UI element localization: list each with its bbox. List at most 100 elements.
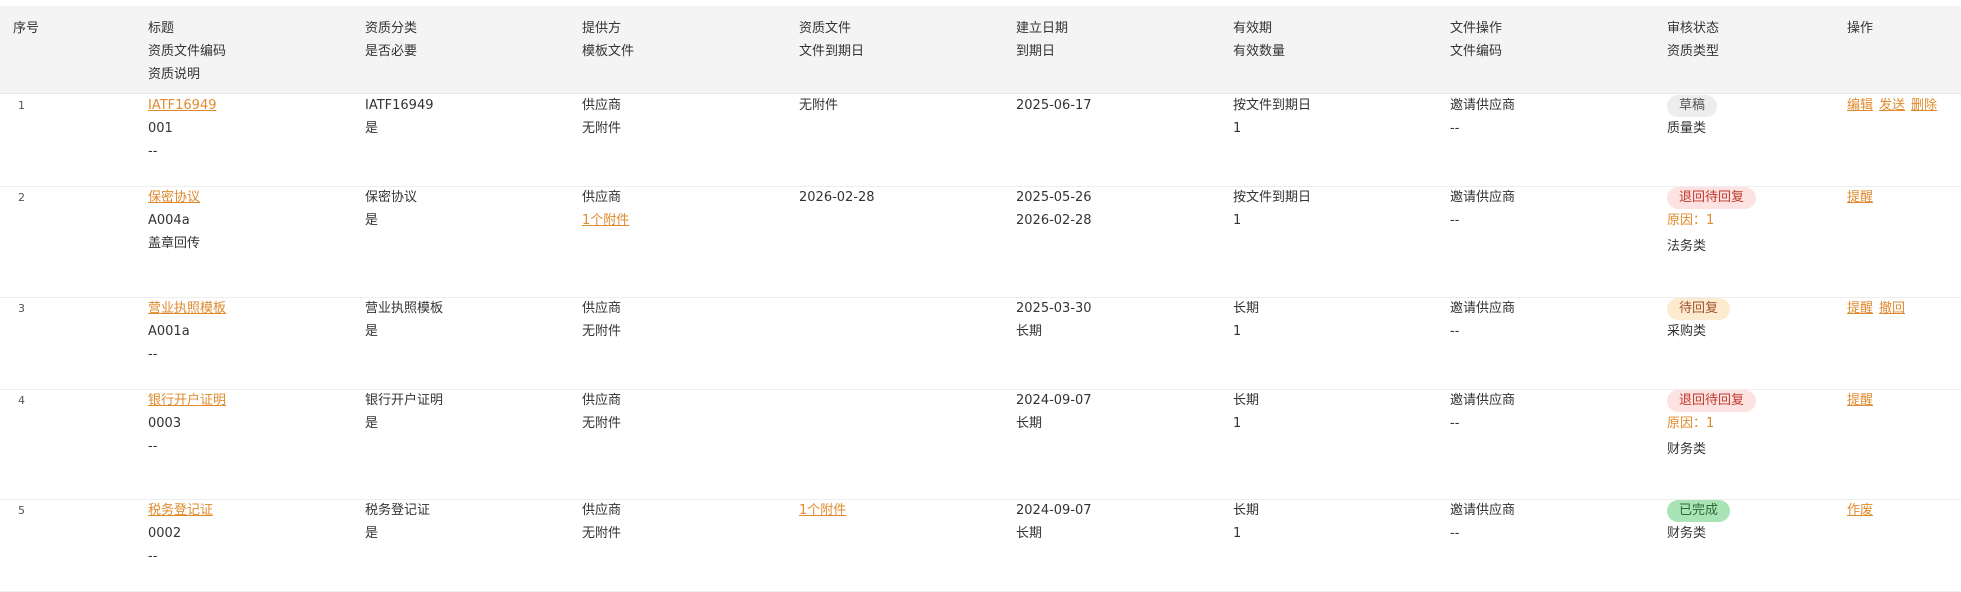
- row-count-line: 1: [1233, 117, 1311, 140]
- row-validity: 长期: [1233, 393, 1260, 408]
- row-status-line: 待回复: [1667, 297, 1731, 320]
- row-title-link[interactable]: 银行开户证明: [148, 393, 226, 408]
- row-validity-cell: 按文件到期日 1: [1233, 186, 1311, 232]
- header-status: 审核状态 资质类型: [1667, 17, 1719, 63]
- row-fileop-cell: 邀请供应商 --: [1450, 389, 1515, 435]
- table-row: 1 IATF16949 001 -- IATF16949 是供应商 无附件 无附件 2025-0…: [0, 94, 1961, 187]
- row-action-link[interactable]: 作废: [1847, 503, 1873, 518]
- row-date-cell: 2025-05-26 2026-02-28: [1016, 186, 1092, 232]
- header-category-label: 资质分类: [365, 21, 418, 36]
- row-required-line: 是: [365, 412, 443, 435]
- row-validity: 长期: [1233, 301, 1260, 316]
- row-title-link-line: 营业执照模板: [148, 297, 226, 320]
- row-template-line: 无附件: [582, 117, 621, 140]
- row-type-line: 法务类: [1667, 235, 1756, 258]
- qualification-table: 序号 标题 资质文件编码 资质说明 资质分类 是否必要 提供方 模板文件 资质文…: [0, 0, 1961, 592]
- status-badge: 退回待回复: [1667, 187, 1757, 209]
- header-desc-label: 资质说明: [148, 67, 201, 82]
- row-template-attachment-link[interactable]: 1个附件: [582, 213, 629, 228]
- row-required-line: 是: [365, 320, 443, 343]
- row-date-cell: 2024-09-07 长期: [1016, 389, 1092, 435]
- row-fileop: 邀请供应商: [1450, 503, 1516, 518]
- row-seq: 3: [18, 297, 25, 320]
- row-ops-line: 提醒: [1847, 186, 1879, 209]
- row-validity-cell: 长期 1: [1233, 389, 1259, 435]
- row-provider-cell: 供应商 无附件: [582, 499, 621, 545]
- row-status-line: 退回待回复: [1667, 389, 1757, 412]
- row-ops-line: 提醒: [1847, 389, 1879, 412]
- row-code: 0002: [148, 526, 182, 541]
- row-title-link[interactable]: 保密协议: [148, 190, 200, 205]
- header-created-label: 建立日期: [1016, 21, 1069, 36]
- row-seq-number-line: 1: [18, 94, 25, 117]
- row-action-link[interactable]: 撤回: [1879, 301, 1905, 316]
- row-date-cell: 2025-03-30 长期: [1016, 297, 1092, 343]
- row-filecode-line: --: [1450, 209, 1515, 232]
- row-ops-line: 提醒 撤回: [1847, 297, 1911, 320]
- row-action-link[interactable]: 提醒: [1847, 301, 1873, 316]
- header-validity: 有效期 有效数量: [1233, 17, 1285, 63]
- header-filecode-label: 文件编码: [1450, 44, 1503, 59]
- header-count-label: 有效数量: [1233, 44, 1286, 59]
- row-title-link-line: 银行开户证明: [148, 389, 226, 412]
- row-category-line: 税务登记证: [365, 499, 430, 522]
- row-template: 无附件: [582, 526, 622, 541]
- row-category-line: IATF16949: [365, 94, 434, 117]
- row-expiry-date-line: 长期: [1016, 412, 1092, 435]
- row-created-date: 2024-09-07: [1016, 393, 1092, 408]
- row-seq-number: 4: [18, 394, 25, 407]
- row-action-link[interactable]: 编辑: [1847, 98, 1873, 113]
- header-template-label: 模板文件: [582, 44, 635, 59]
- row-count-line: 1: [1233, 412, 1259, 435]
- header-doc: 资质文件 文件到期日: [799, 17, 864, 63]
- row-fileop: 邀请供应商: [1450, 98, 1516, 113]
- header-required-label: 是否必要: [365, 44, 418, 59]
- row-fileop-line: 邀请供应商: [1450, 297, 1515, 320]
- row-doc-attachment-link[interactable]: 1个附件: [799, 503, 846, 518]
- row-code-line: 001: [148, 117, 217, 140]
- row-seq: 4: [18, 389, 25, 412]
- row-validity-line: 长期: [1233, 297, 1259, 320]
- row-ops-cell: 作废: [1847, 499, 1879, 522]
- row-desc-line: 盖章回传: [148, 232, 200, 255]
- row-validity-line: 按文件到期日: [1233, 186, 1311, 209]
- row-title-link[interactable]: 营业执照模板: [148, 301, 226, 316]
- status-badge: 待回复: [1667, 298, 1731, 320]
- row-title-link[interactable]: 税务登记证: [148, 503, 213, 518]
- row-validity-line: 按文件到期日: [1233, 94, 1311, 117]
- row-type: 质量类: [1667, 121, 1707, 136]
- row-ops-cell: 提醒: [1847, 186, 1879, 209]
- row-code: 001: [148, 121, 173, 136]
- row-title-link-line: 保密协议: [148, 186, 200, 209]
- row-filecode: --: [1450, 324, 1460, 339]
- row-category-line: 保密协议: [365, 186, 417, 209]
- row-action-link[interactable]: 删除: [1911, 98, 1937, 113]
- row-count: 1: [1233, 526, 1242, 541]
- row-category-cell: IATF16949 是: [365, 94, 434, 140]
- header-title: 标题 资质文件编码 资质说明: [148, 17, 226, 86]
- row-template-attachment-link-line: 1个附件: [582, 209, 629, 232]
- row-provider-line: 供应商: [582, 186, 629, 209]
- row-code-line: 0002: [148, 522, 213, 545]
- row-type-line: 质量类: [1667, 117, 1717, 140]
- row-ops-cell: 提醒 撤回: [1847, 297, 1911, 320]
- row-validity: 按文件到期日: [1233, 98, 1312, 113]
- header-seq: 序号: [13, 17, 39, 40]
- row-action-link[interactable]: 发送: [1879, 98, 1905, 113]
- row-ops-cell: 提醒: [1847, 389, 1879, 412]
- header-code-label: 资质文件编码: [148, 44, 227, 59]
- header-type-label: 资质类型: [1667, 44, 1720, 59]
- row-title-link[interactable]: IATF16949: [148, 98, 217, 113]
- header-fileop-label: 文件操作: [1450, 21, 1503, 36]
- row-action-link[interactable]: 提醒: [1847, 393, 1873, 408]
- row-action-link[interactable]: 提醒: [1847, 190, 1873, 205]
- header-provider-label: 提供方: [582, 21, 622, 36]
- row-required-line: 是: [365, 522, 430, 545]
- row-created-date-line: 2025-03-30: [1016, 297, 1092, 320]
- row-expiry-date: 2026-02-28: [1016, 213, 1092, 228]
- header-expiry-label: 到期日: [1016, 44, 1056, 59]
- row-fileop-cell: 邀请供应商 --: [1450, 297, 1515, 343]
- row-count-line: 1: [1233, 320, 1259, 343]
- row-category: 银行开户证明: [365, 393, 444, 408]
- row-seq-number: 5: [18, 504, 25, 517]
